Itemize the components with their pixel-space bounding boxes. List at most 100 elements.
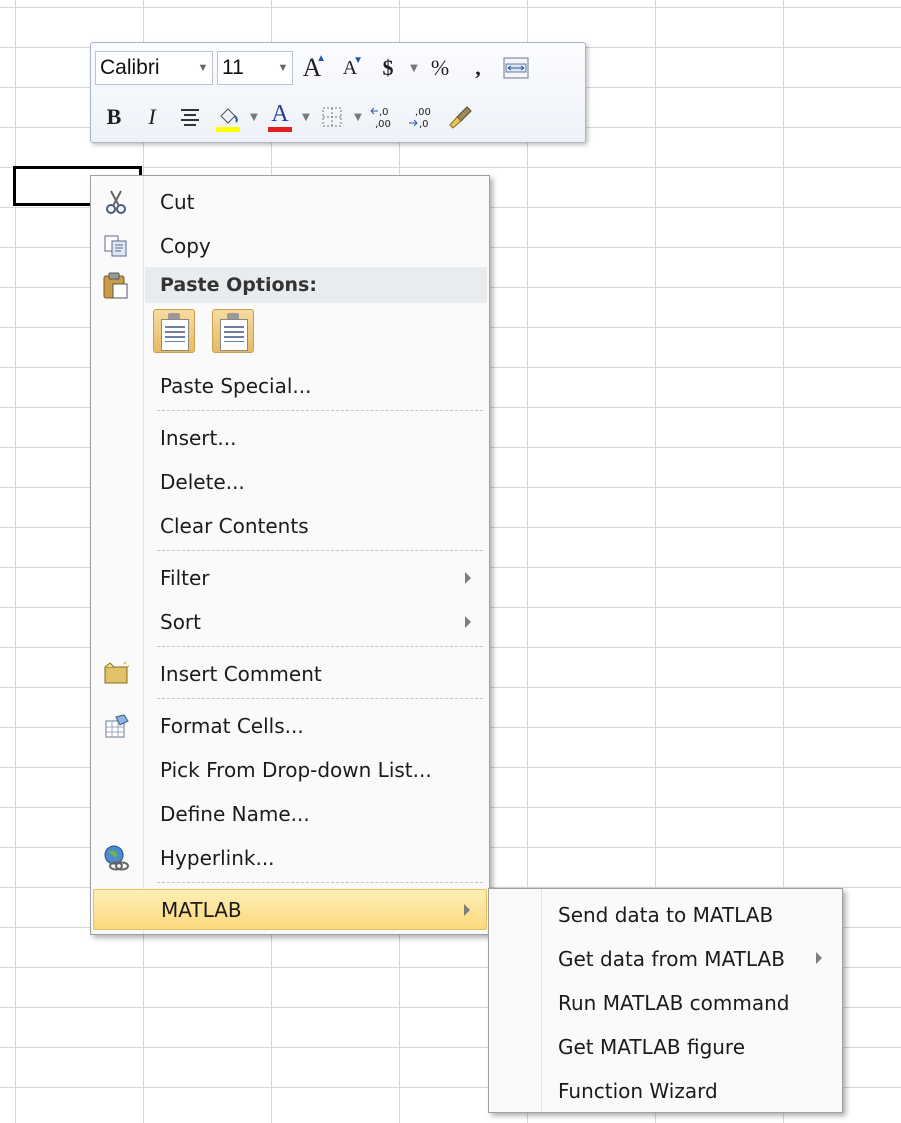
submenu-item-run-command[interactable]: Run MATLAB command (489, 982, 842, 1022)
menu-item-define-name[interactable]: Define Name... (93, 794, 487, 834)
menu-item-label: Delete... (160, 470, 245, 494)
menu-separator (157, 550, 483, 551)
context-menu: Cut Copy Paste Options: Paste Special...… (90, 175, 490, 935)
chevron-down-icon[interactable]: ▼ (351, 112, 365, 123)
fill-color-button[interactable] (211, 100, 245, 134)
comment-icon (101, 659, 131, 689)
paste-options-label: Paste Options: (160, 274, 317, 296)
menu-item-hyperlink[interactable]: Hyperlink... (93, 838, 487, 878)
chevron-right-icon (816, 952, 822, 964)
scissors-icon (101, 187, 131, 217)
svg-text:,0: ,0 (379, 107, 389, 118)
menu-item-label: Hyperlink... (160, 846, 275, 870)
paintbrush-icon (449, 106, 472, 129)
chevron-down-icon[interactable]: ▼ (299, 112, 313, 123)
paste-option-keep-formatting[interactable] (153, 309, 195, 353)
italic-button[interactable]: I (135, 100, 169, 134)
chevron-down-icon[interactable]: ▼ (407, 63, 421, 74)
center-align-icon (181, 109, 199, 126)
fill-color-swatch (216, 127, 240, 132)
percent-style-button[interactable]: % (423, 51, 457, 85)
chevron-right-icon (464, 903, 470, 916)
paste-formatting-icon (161, 319, 189, 351)
menu-item-copy[interactable]: Copy (93, 226, 487, 266)
menu-item-filter[interactable]: Filter (93, 558, 487, 598)
chevron-right-icon (465, 572, 471, 584)
font-name-select[interactable]: Calibri ▼ (95, 51, 213, 85)
font-color-swatch (268, 127, 292, 132)
menu-item-pick-from-list[interactable]: Pick From Drop-down List... (93, 750, 487, 790)
accounting-format-button[interactable]: $ (371, 51, 405, 85)
format-painter-button[interactable] (443, 100, 477, 134)
menu-item-insert[interactable]: Insert... (93, 418, 487, 458)
svg-text:,00: ,00 (375, 119, 391, 130)
chevron-down-icon[interactable]: ▼ (247, 112, 261, 123)
submenu-item-label: Send data to MATLAB (558, 903, 774, 927)
menu-separator (157, 410, 483, 411)
menu-item-clear-contents[interactable]: Clear Contents (93, 506, 487, 546)
svg-text:,00: ,00 (415, 107, 431, 118)
font-color-icon: A (271, 100, 289, 127)
menu-item-label: Insert... (160, 426, 237, 450)
increase-decimal-icon: ,0 ,00 (370, 107, 391, 130)
menu-item-label: Pick From Drop-down List... (160, 758, 432, 782)
hyperlink-globe-icon (101, 843, 131, 873)
menu-item-label: Clear Contents (160, 514, 309, 538)
font-color-button[interactable]: A (263, 100, 297, 134)
menu-separator (157, 698, 483, 699)
copy-icon (101, 231, 131, 261)
paste-option-values[interactable] (212, 309, 254, 353)
mini-toolbar-row-1: Calibri ▼ 11 ▼ A ▲ A ▼ $ ▼ % , (95, 48, 535, 88)
italic-icon: I (148, 104, 156, 129)
menu-item-label: Insert Comment (160, 662, 322, 686)
menu-item-label: Format Cells... (160, 714, 304, 738)
decrease-decimal-button[interactable]: ,00 ,0 (405, 100, 439, 134)
menu-separator (157, 882, 483, 883)
submenu-item-send-data[interactable]: Send data to MATLAB (489, 894, 842, 934)
menu-separator (157, 646, 483, 647)
comma-style-button[interactable]: , (461, 51, 495, 85)
menu-item-label: Sort (160, 610, 201, 634)
paint-bucket-icon (220, 108, 238, 124)
paste-options-header: Paste Options: (145, 267, 487, 303)
format-cells-icon (101, 711, 131, 741)
increase-decimal-button[interactable]: ,0 ,00 (367, 100, 401, 134)
submenu-item-get-figure[interactable]: Get MATLAB figure (489, 1026, 842, 1066)
chevron-right-icon (465, 616, 471, 628)
chevron-down-icon[interactable]: ▼ (274, 62, 292, 74)
bold-button[interactable]: B (97, 100, 131, 134)
font-name-value: Calibri (100, 56, 160, 79)
menu-item-label: Filter (160, 566, 210, 590)
menu-item-matlab[interactable]: MATLAB (93, 889, 487, 930)
menu-item-label: Define Name... (160, 802, 310, 826)
menu-item-paste-special[interactable]: Paste Special... (93, 366, 487, 406)
mini-toolbar: Calibri ▼ 11 ▼ A ▲ A ▼ $ ▼ % , B I ▼ A ▼… (90, 42, 586, 143)
matlab-submenu: Send data to MATLAB Get data from MATLAB… (488, 888, 843, 1113)
grow-font-button[interactable]: A ▲ (295, 51, 329, 85)
font-size-value: 11 (222, 56, 244, 79)
menu-item-format-cells[interactable]: Format Cells... (93, 706, 487, 746)
menu-item-delete[interactable]: Delete... (93, 462, 487, 502)
submenu-item-label: Get data from MATLAB (558, 947, 785, 971)
menu-item-cut[interactable]: Cut (93, 182, 487, 222)
merge-center-button[interactable] (499, 51, 533, 85)
menu-item-label: Copy (160, 234, 211, 258)
submenu-item-function-wizard[interactable]: Function Wizard (489, 1070, 842, 1110)
submenu-item-get-data[interactable]: Get data from MATLAB (489, 938, 842, 978)
menu-item-insert-comment[interactable]: Insert Comment (93, 654, 487, 694)
shrink-font-button[interactable]: A ▼ (333, 51, 367, 85)
menu-item-sort[interactable]: Sort (93, 602, 487, 642)
comma-icon: , (475, 55, 481, 80)
mini-toolbar-row-2: B I ▼ A ▼ ▼ ,0 ,00 ,00 ,0 (95, 97, 479, 137)
center-align-button[interactable] (173, 100, 207, 134)
borders-button[interactable] (315, 100, 349, 134)
percent-icon: % (430, 55, 450, 80)
clipboard-icon (101, 272, 131, 302)
paste-values-icon (220, 319, 248, 351)
svg-text:,0: ,0 (419, 119, 429, 130)
currency-icon: $ (382, 55, 394, 80)
merge-center-icon (503, 57, 529, 79)
font-size-select[interactable]: 11 ▼ (217, 51, 293, 85)
menu-item-label: MATLAB (161, 897, 242, 922)
chevron-down-icon[interactable]: ▼ (194, 62, 212, 74)
